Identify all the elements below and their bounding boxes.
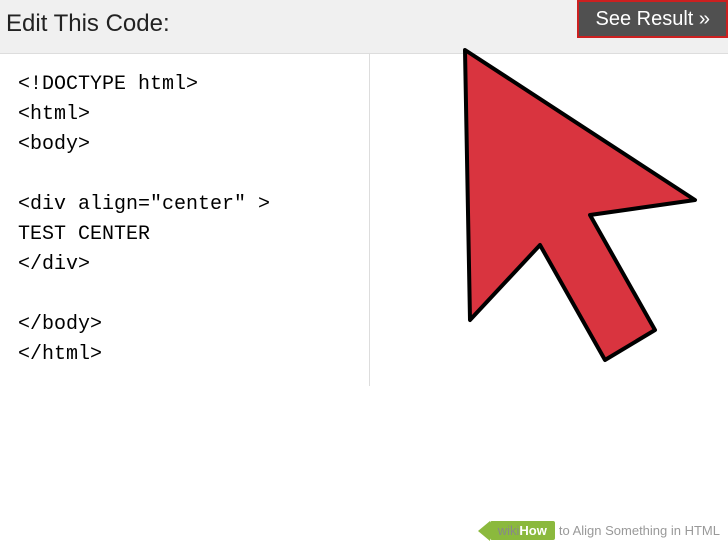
see-result-button[interactable]: See Result » [577,0,728,38]
how-label: How [519,523,546,538]
code-editor[interactable]: <!DOCTYPE html> <html> <body> <div align… [0,54,370,386]
watermark-title: to Align Something in HTML [559,523,720,538]
watermark: wikiHow to Align Something in HTML [490,521,720,540]
edit-title: Edit This Code: [0,0,176,48]
cursor-arrow-illustration [395,20,715,400]
wiki-label: wiki [498,523,520,538]
wikihow-badge: wikiHow [490,521,555,540]
header-bar: Edit This Code: See Result » [0,0,728,54]
